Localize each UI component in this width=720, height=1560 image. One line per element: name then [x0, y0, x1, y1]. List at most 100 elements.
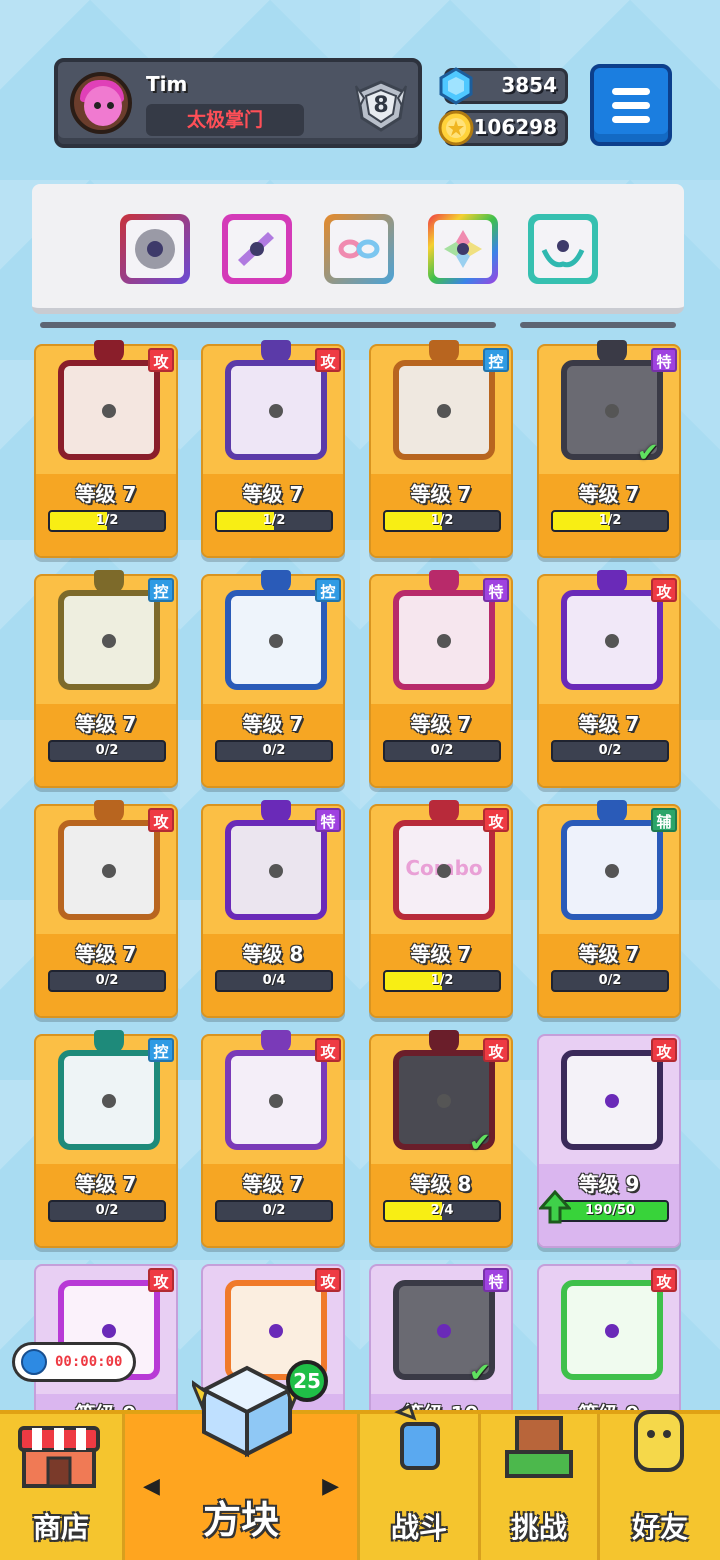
- dragon-crown-icon: [429, 800, 459, 824]
- block-card[interactable]: 控等级 7 0/2: [34, 1030, 178, 1248]
- rank-badge[interactable]: 8: [352, 78, 410, 134]
- progress-bar: 0/2: [551, 740, 669, 762]
- card-core: [437, 864, 451, 878]
- card-level: 等级 7: [410, 942, 472, 966]
- block-card[interactable]: 控等级 7 0/2: [201, 570, 345, 788]
- progress-text: 0/2: [95, 1203, 119, 1218]
- coin-icon: [438, 110, 474, 146]
- moon-icon: [561, 820, 663, 920]
- blocks-count-badge: 25: [286, 1360, 328, 1402]
- progress-text: 1/2: [598, 513, 622, 528]
- equipped-slot-2[interactable]: [222, 214, 292, 284]
- block-card[interactable]: 控等级 7 0/2: [34, 570, 178, 788]
- progress-text: 2/4: [430, 1203, 454, 1218]
- card-level: 等级 7: [578, 482, 640, 506]
- dragon-crown-icon: [261, 340, 291, 364]
- vortex-icon: [225, 360, 327, 460]
- tab-battle-label: 战斗: [390, 1511, 447, 1544]
- slash-icon: [561, 1050, 663, 1150]
- timer-text: 00:00:00: [55, 1354, 123, 1370]
- scrollbar-right[interactable]: [520, 322, 676, 328]
- block-card[interactable]: 控等级 7 1/2: [369, 340, 513, 558]
- upgrade-arrow-icon[interactable]: [539, 1190, 571, 1224]
- equipped-slot-1[interactable]: [120, 214, 190, 284]
- checkmark-icon: ✔: [469, 1358, 491, 1388]
- dragon-crown-icon: [429, 1030, 459, 1054]
- tab-challenge[interactable]: 挑战: [481, 1414, 597, 1560]
- sand-icon: [393, 360, 495, 460]
- whirlwind-icon: [225, 820, 327, 920]
- tab-battle[interactable]: 战斗: [360, 1403, 478, 1560]
- block-card[interactable]: 攻等级 7 1/2: [34, 340, 178, 558]
- player-title: 太极掌门: [146, 104, 304, 136]
- tab-friends[interactable]: 好友: [600, 1410, 720, 1560]
- menu-button[interactable]: [590, 64, 672, 146]
- card-level: 等级 7: [75, 482, 137, 506]
- card-core: [269, 1094, 283, 1108]
- dragon-crown-icon: [94, 570, 124, 594]
- equipped-slot-3[interactable]: [324, 214, 394, 284]
- type-tag: 辅: [651, 808, 677, 832]
- block-card[interactable]: 攻等级 9 190/50: [537, 1034, 681, 1248]
- block-card[interactable]: 特等级 7 0/2: [369, 570, 513, 788]
- dragon-crown-icon: [94, 1030, 124, 1054]
- checkmark-icon: ✔: [469, 1128, 491, 1158]
- timer[interactable]: 00:00:00: [12, 1342, 136, 1382]
- infinity-icon: [330, 220, 388, 278]
- block-card[interactable]: 攻等级 7 1/2: [201, 340, 345, 558]
- progress-text: 0/2: [95, 743, 119, 758]
- avatar[interactable]: [70, 72, 132, 134]
- atom-icon: [561, 590, 663, 690]
- block-card[interactable]: 攻等级 7 0/2: [537, 570, 681, 788]
- type-tag: 攻: [148, 808, 174, 832]
- block-card[interactable]: Combo攻等级 7 1/2: [369, 800, 513, 1018]
- progress-text: 1/2: [430, 513, 454, 528]
- progress-bar: 0/2: [48, 740, 166, 762]
- dragon-crown-icon: [429, 570, 459, 594]
- equipped-panel: [32, 184, 684, 314]
- progress-bar: 0/2: [48, 1200, 166, 1222]
- avatar-eye: [94, 102, 101, 109]
- type-tag: 攻: [651, 1038, 677, 1062]
- card-level: 等级 7: [578, 942, 640, 966]
- progress-bar: 1/2: [215, 510, 333, 532]
- card-level: 等级 7: [75, 942, 137, 966]
- shield-icon: [58, 590, 160, 690]
- progress-bar: 0/2: [215, 1200, 333, 1222]
- player-panel[interactable]: Tim 太极掌门 8: [54, 58, 422, 148]
- type-tag: 攻: [651, 1268, 677, 1292]
- card-core: [102, 404, 116, 418]
- tab-shop[interactable]: 商店: [0, 1414, 122, 1560]
- scrollbar-left[interactable]: [40, 322, 496, 328]
- snowflake-icon: [225, 590, 327, 690]
- player-name: Tim: [146, 72, 188, 96]
- type-tag: 控: [148, 1038, 174, 1062]
- card-core: [269, 1324, 283, 1338]
- card-level: 等级 7: [242, 482, 304, 506]
- gem-counter[interactable]: 3854: [439, 67, 568, 105]
- progress-bar: 0/2: [215, 740, 333, 762]
- menu-bar: [612, 116, 650, 123]
- wave-icon: [58, 1050, 160, 1150]
- equipped-slot-4[interactable]: [428, 214, 498, 284]
- progress-text: 1/2: [262, 513, 286, 528]
- progress-bar: 1/2: [551, 510, 669, 532]
- dragon-crown-icon: [94, 800, 124, 824]
- card-core: [605, 1324, 619, 1338]
- block-card[interactable]: 攻 ✔ 等级 8 2/4: [369, 1030, 513, 1248]
- block-card[interactable]: 辅等级 7 0/2: [537, 800, 681, 1018]
- block-card[interactable]: 攻等级 7 0/2: [201, 1030, 345, 1248]
- menu-bar: [612, 88, 650, 95]
- coin-counter[interactable]: 106298: [438, 110, 568, 146]
- card-core: [605, 864, 619, 878]
- card-level: 等级 7: [242, 712, 304, 736]
- block-card[interactable]: 特 ✔ 等级 7 1/2: [537, 340, 681, 558]
- dragon-crown-icon: [597, 570, 627, 594]
- dragon-crown-icon: [597, 800, 627, 824]
- dragon-crown-icon: [261, 800, 291, 824]
- equipped-slot-5[interactable]: [528, 214, 598, 284]
- block-card[interactable]: 攻等级 7 0/2: [34, 800, 178, 1018]
- type-tag: 攻: [483, 1038, 509, 1062]
- card-level: 等级 8: [242, 942, 304, 966]
- block-card[interactable]: 特等级 8 0/4: [201, 800, 345, 1018]
